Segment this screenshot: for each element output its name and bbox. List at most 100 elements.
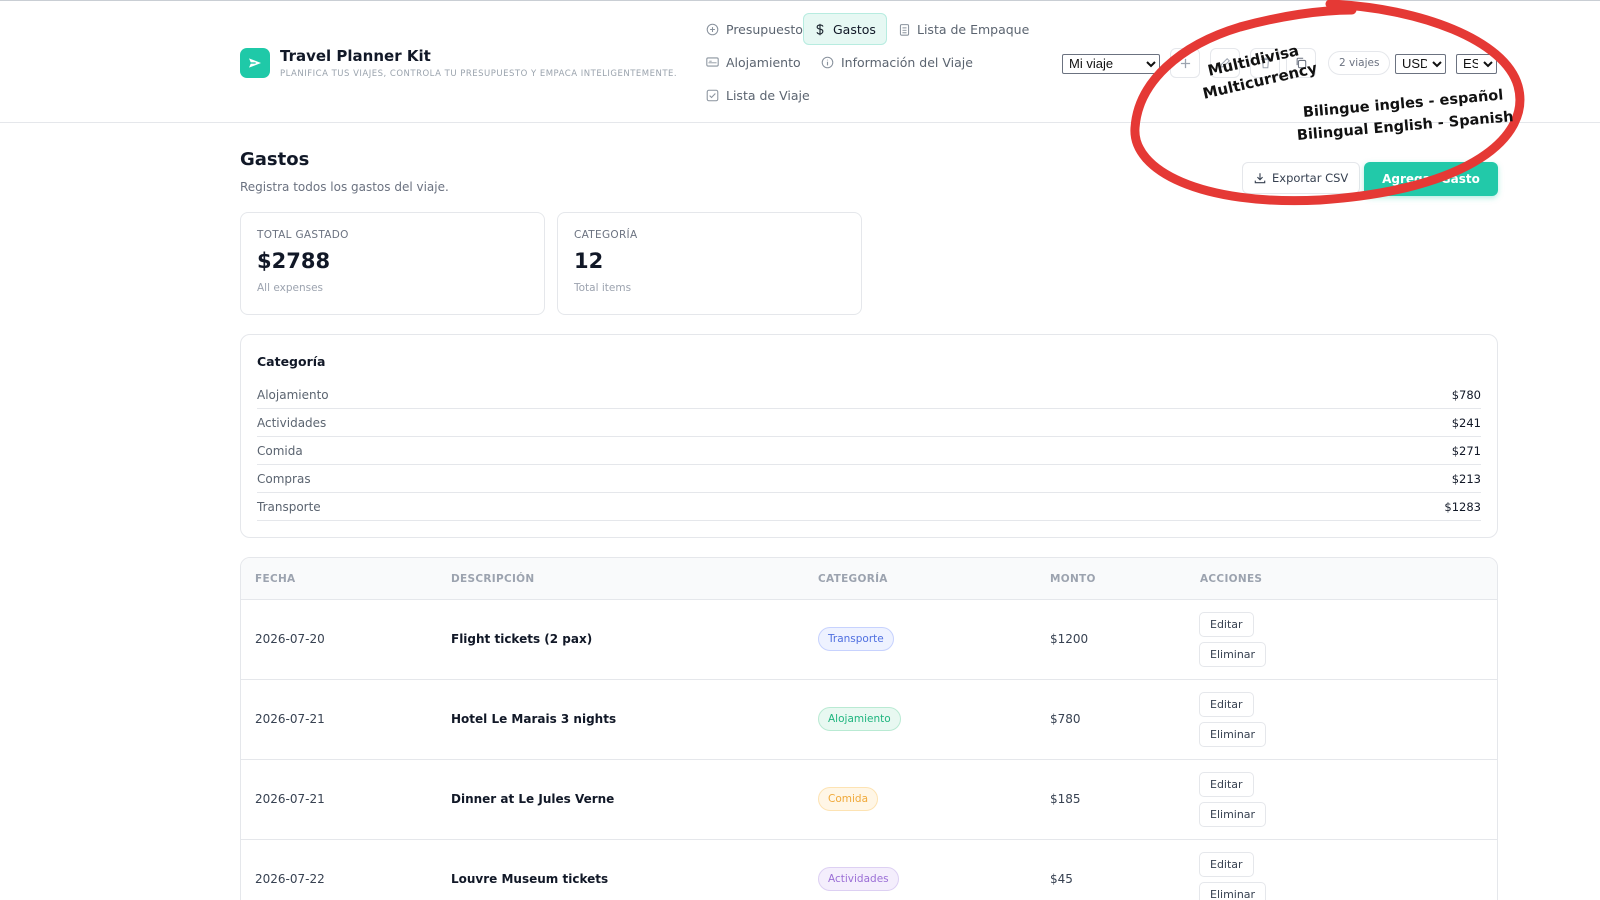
- table-row: 2026-07-21 Hotel Le Marais 3 nights Alojam…: [241, 680, 1497, 760]
- stat-note: Total items: [574, 282, 632, 294]
- page-subtitle: Registra todos los gastos del viaje.: [240, 180, 449, 194]
- table-row: 2026-07-21 Dinner at Le Jules Verne Comida…: [241, 760, 1497, 840]
- delete-button[interactable]: Eliminar: [1199, 882, 1267, 900]
- cell-description: Hotel Le Marais 3 nights: [451, 712, 617, 726]
- trash-icon: [1260, 57, 1270, 69]
- delete-trip-button[interactable]: [1250, 48, 1280, 78]
- nav-lista-empaque[interactable]: Lista de Empaque: [889, 13, 1039, 45]
- plus-circle-icon: [706, 23, 719, 35]
- page-title: Gastos: [240, 149, 310, 170]
- category-amount: $780: [1451, 387, 1481, 402]
- category-name: Comida: [257, 443, 303, 458]
- nav-informacion[interactable]: Información del Viaje: [811, 46, 983, 78]
- category-badge: Comida: [818, 787, 879, 811]
- language-select-wrap: ES: [1456, 53, 1497, 74]
- cell-amount: $780: [1050, 712, 1081, 726]
- app-title: Travel Planner Kit: [280, 47, 431, 65]
- app-header: Travel Planner Kit PLANIFICA TUS VIAJES,…: [0, 1, 1600, 123]
- copy-icon: [1296, 57, 1307, 69]
- cell-amount: $45: [1050, 872, 1073, 886]
- expenses-table: FECHA DESCRIPCIÓN CATEGORÍA MONTO ACCION…: [240, 557, 1498, 900]
- download-icon: [1254, 173, 1266, 184]
- stat-label: TOTAL GASTADO: [257, 229, 349, 241]
- info-icon: [821, 56, 834, 68]
- category-summary-title: Categoría: [257, 354, 326, 369]
- currency-select-wrap: USD: [1395, 53, 1446, 74]
- category-row: Compras $213: [257, 465, 1481, 493]
- nav-presupuesto[interactable]: Presupuesto: [696, 13, 813, 45]
- nav-label: Información del Viaje: [841, 54, 973, 70]
- category-row: Actividades $241: [257, 409, 1481, 437]
- category-badge: Alojamiento: [818, 707, 901, 731]
- stat-value: 12: [574, 249, 604, 273]
- stat-note: All expenses: [257, 282, 324, 294]
- main-nav: Presupuesto Gastos Lista de Empaque Aloj…: [696, 13, 1036, 113]
- edit-button[interactable]: Editar: [1199, 772, 1254, 797]
- bed-icon: [706, 57, 719, 67]
- nav-alojamiento[interactable]: Alojamiento: [696, 46, 811, 78]
- language-select[interactable]: ES: [1456, 53, 1497, 74]
- category-row: Transporte $1283: [257, 493, 1481, 521]
- add-expense-button[interactable]: Agregar Gasto: [1364, 162, 1498, 196]
- edit-icon: [1219, 57, 1231, 69]
- cell-date: 2026-07-22: [255, 872, 325, 886]
- add-trip-button[interactable]: [1170, 48, 1200, 78]
- currency-select[interactable]: USD: [1395, 53, 1446, 74]
- trips-count-badge: 2 viajes: [1328, 51, 1391, 75]
- edit-button[interactable]: Editar: [1199, 612, 1254, 637]
- category-amount: $213: [1451, 471, 1481, 486]
- category-name: Compras: [257, 471, 311, 486]
- clipboard-icon: [899, 23, 910, 36]
- trip-select[interactable]: Mi viaje: [1062, 53, 1160, 74]
- export-csv-button[interactable]: Exportar CSV: [1242, 162, 1361, 194]
- nav-label: Lista de Empaque: [917, 21, 1030, 37]
- category-summary-card: Categoría Alojamiento $780 Actividades $…: [240, 334, 1498, 538]
- table-row: 2026-07-20 Flight tickets (2 pax) Transpor…: [241, 600, 1497, 680]
- edit-button[interactable]: Editar: [1199, 852, 1254, 877]
- nav-lista-viaje[interactable]: Lista de Viaje: [696, 79, 820, 111]
- delete-button[interactable]: Eliminar: [1199, 802, 1267, 827]
- trip-select-wrap: Mi viaje: [1062, 53, 1160, 74]
- table-row: 2026-07-22 Louvre Museum tickets Actividad…: [241, 840, 1497, 900]
- category-amount: $241: [1451, 415, 1481, 430]
- category-amount: $1283: [1444, 499, 1481, 514]
- category-row: Alojamiento $780: [257, 381, 1481, 409]
- duplicate-trip-button[interactable]: [1286, 48, 1316, 78]
- nav-label: Alojamiento: [726, 54, 801, 70]
- edit-trip-button[interactable]: [1210, 48, 1240, 78]
- category-name: Actividades: [257, 415, 327, 430]
- cell-date: 2026-07-21: [255, 792, 325, 806]
- cell-date: 2026-07-20: [255, 632, 325, 646]
- stat-value: $2788: [257, 249, 331, 273]
- checkbox-icon: [706, 89, 719, 101]
- nav-gastos[interactable]: Gastos: [803, 13, 887, 45]
- category-name: Transporte: [257, 499, 321, 514]
- delete-button[interactable]: Eliminar: [1199, 722, 1267, 747]
- export-label: Exportar CSV: [1272, 171, 1349, 185]
- cell-amount: $1200: [1050, 632, 1089, 646]
- table-header: FECHA DESCRIPCIÓN CATEGORÍA MONTO ACCION…: [241, 558, 1497, 600]
- cell-description: Dinner at Le Jules Verne: [451, 792, 615, 806]
- cell-description: Louvre Museum tickets: [451, 872, 609, 886]
- cell-date: 2026-07-21: [255, 712, 325, 726]
- stat-card-total: TOTAL GASTADO $2788 All expenses: [240, 212, 545, 315]
- delete-button[interactable]: Eliminar: [1199, 642, 1267, 667]
- category-badge: Actividades: [818, 867, 899, 891]
- cell-amount: $185: [1050, 792, 1081, 806]
- column-header-category: CATEGORÍA: [818, 573, 888, 585]
- category-badge: Transporte: [818, 627, 894, 651]
- dollar-icon: [816, 23, 824, 35]
- edit-button[interactable]: Editar: [1199, 692, 1254, 717]
- plus-icon: [1180, 58, 1190, 68]
- nav-label: Gastos: [833, 21, 876, 37]
- nav-label: Presupuesto: [726, 21, 803, 37]
- category-row: Comida $271: [257, 437, 1481, 465]
- column-header-description: DESCRIPCIÓN: [451, 573, 535, 585]
- column-header-date: FECHA: [255, 573, 296, 585]
- brand[interactable]: Travel Planner Kit PLANIFICA TUS VIAJES,…: [240, 47, 677, 79]
- column-header-amount: MONTO: [1050, 573, 1096, 585]
- category-amount: $271: [1451, 443, 1481, 458]
- stat-label: CATEGORÍA: [574, 229, 638, 241]
- cell-description: Flight tickets (2 pax): [451, 632, 593, 646]
- plane-icon: [240, 48, 270, 78]
